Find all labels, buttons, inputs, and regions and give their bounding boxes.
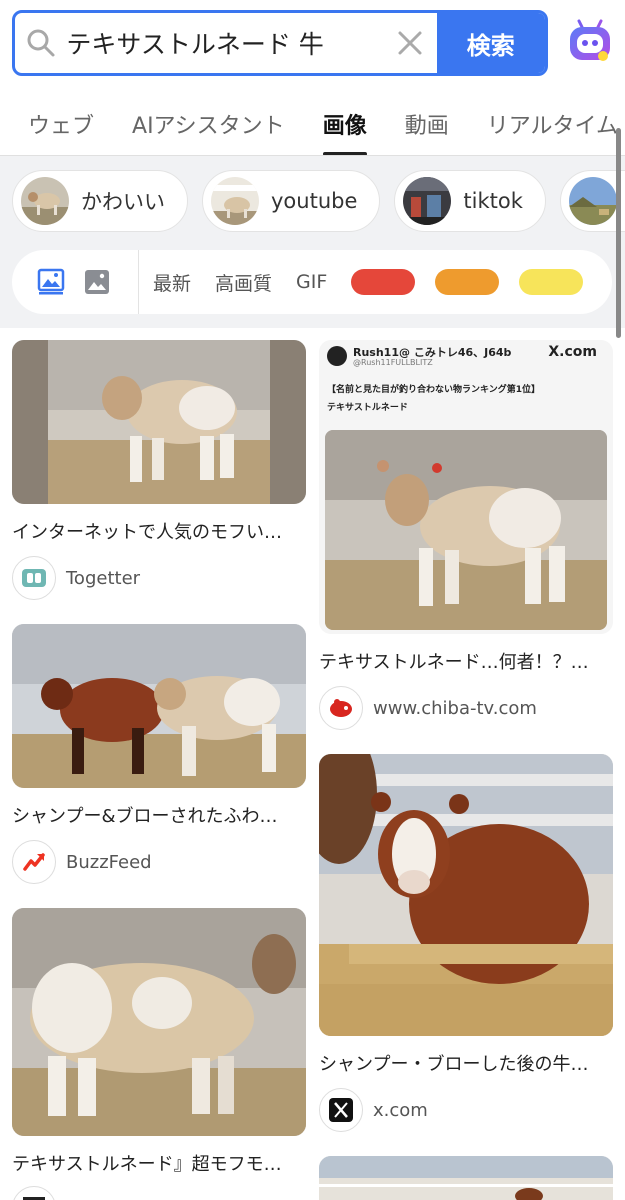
chiba-tv-logo-icon (319, 686, 363, 730)
result-caption[interactable]: インターネットで人気のモフい… (12, 518, 306, 544)
result-image[interactable]: Rush11@ こみトレ46、J64b @Rush11FULLBLITZ X.c… (319, 340, 613, 634)
source-name: Togetter (66, 567, 141, 589)
tweet-line-1: 【名前と見た目が釣り合わない物ランキング第1位】 (327, 385, 540, 395)
search-box: 検索 (12, 10, 548, 76)
result-source[interactable]: www.chiba-tv.com (319, 686, 613, 730)
tab-ai-assistant[interactable]: AIアシスタント (132, 90, 285, 156)
color-filter-yellow[interactable] (519, 269, 584, 295)
result-source[interactable]: BuzzFeed (12, 840, 306, 884)
scrollbar[interactable] (616, 128, 621, 338)
filter-bar: 最新 高画質 GIF (12, 250, 612, 314)
tweet-brand: X.com (548, 344, 597, 360)
result-card[interactable] (319, 1156, 613, 1200)
source-name: x.com (373, 1099, 428, 1121)
search-input[interactable] (66, 28, 384, 58)
layout-grid-icon[interactable] (28, 250, 74, 314)
result-card[interactable]: シャンプー・ブローした後の牛… x.com (319, 754, 613, 1132)
result-caption[interactable]: シャンプー・ブローした後の牛… (319, 1050, 613, 1076)
filter-high-quality[interactable]: 高画質 (215, 269, 272, 296)
chip-label: かわいい (81, 190, 165, 214)
source-name: BuzzFeed (66, 851, 152, 873)
filter-latest[interactable]: 最新 (153, 269, 191, 296)
tab-videos[interactable]: 動画 (405, 90, 449, 156)
color-filter-red[interactable] (351, 269, 416, 295)
chip-thumbnail (211, 177, 259, 225)
source-name: www.chiba-tv.com (373, 697, 537, 719)
image-icon[interactable] (74, 250, 120, 314)
result-card[interactable]: Rush11@ こみトレ46、J64b @Rush11FULLBLITZ X.c… (319, 340, 613, 730)
filter-divider (138, 250, 139, 314)
color-filter-orange[interactable] (435, 269, 500, 295)
chip-kawaii[interactable]: かわいい (12, 170, 188, 232)
togetter-logo-icon (12, 556, 56, 600)
search-type-tabs: ウェブ AIアシスタント 画像 動画 リアルタイム (0, 90, 625, 156)
result-image[interactable] (319, 754, 613, 1036)
ai-assistant-robot-icon[interactable] (567, 18, 613, 64)
result-image[interactable] (12, 908, 306, 1136)
result-card[interactable]: インターネットで人気のモフい… Togetter (12, 340, 306, 600)
tab-web[interactable]: ウェブ (28, 90, 94, 156)
chip-label: tiktok (463, 189, 523, 213)
search-button[interactable]: 検索 (436, 13, 545, 73)
image-search-page: 検索 ウェブ AIアシスタント 画像 動画 リアルタイム (0, 0, 625, 1200)
close-icon[interactable] (383, 13, 436, 73)
result-card[interactable]: テキサストルネード』超モフモ… (12, 908, 306, 1176)
result-caption[interactable]: シャンプー&ブローされたふわ… (12, 802, 306, 828)
result-image[interactable] (319, 1156, 613, 1200)
result-card[interactable]: シャンプー&ブローされたふわ… BuzzFeed (12, 624, 306, 884)
result-caption[interactable]: テキサストルネード…何者！？… (319, 648, 613, 674)
chip-label: youtube (271, 189, 358, 213)
suggestion-chips: かわいい youtube tiktok texa (12, 170, 625, 232)
result-source[interactable]: Togetter (12, 556, 306, 600)
result-image[interactable] (12, 340, 306, 504)
x-logo-icon (319, 1088, 363, 1132)
tweet-handle: @Rush11FULLBLITZ (353, 358, 433, 367)
result-caption[interactable]: テキサストルネード』超モフモ… (12, 1150, 306, 1176)
tab-realtime[interactable]: リアルタイム (487, 90, 618, 156)
chip-youtube[interactable]: youtube (202, 170, 381, 232)
tab-images[interactable]: 画像 (322, 90, 367, 156)
chip-tiktok[interactable]: tiktok (394, 170, 546, 232)
chip-thumbnail (568, 177, 617, 225)
tweet-line-2: テキサストルネード (327, 403, 408, 413)
result-source-partial[interactable] (12, 1186, 56, 1200)
tweet-avatar (327, 346, 347, 366)
chip-thumbnail (21, 177, 69, 225)
chip-thumbnail (403, 177, 452, 225)
filter-gif[interactable]: GIF (296, 271, 327, 293)
search-row: 検索 (12, 10, 613, 76)
result-source[interactable]: x.com (319, 1088, 613, 1132)
buzzfeed-logo-icon (12, 840, 56, 884)
source-logo-icon (12, 1186, 56, 1200)
search-icon (15, 13, 66, 73)
result-image[interactable] (12, 624, 306, 788)
filter-area: かわいい youtube tiktok texa (0, 156, 625, 328)
